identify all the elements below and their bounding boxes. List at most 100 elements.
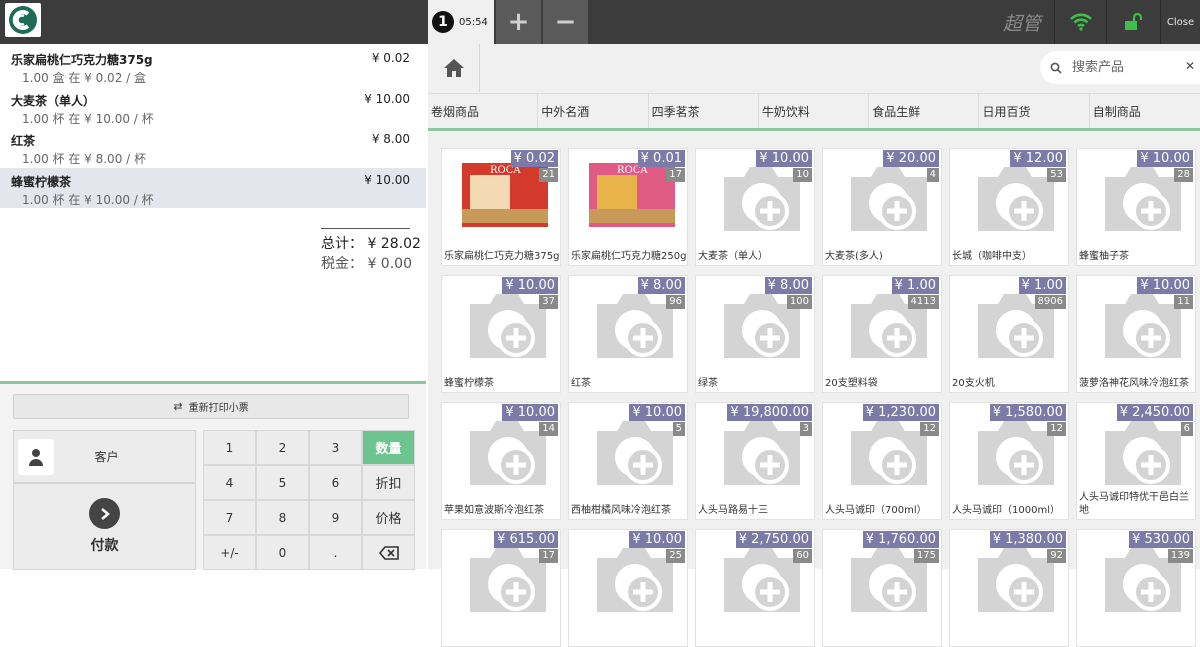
order-line-selected[interactable]: 蜂蜜柠檬茶 ¥ 10.00 1.00 杯 在 ¥ 10.00 / 杯 [0, 168, 426, 208]
unlock-icon[interactable] [1106, 0, 1158, 44]
product-card[interactable]: ¥ 10.00 37 蜂蜜柠檬茶 [441, 275, 561, 393]
product-stock: 53 [1047, 168, 1066, 182]
delete-order-button[interactable]: − [543, 0, 588, 44]
product-card[interactable]: ROCA ¥ 0.01 17 乐家扁桃仁巧克力糖250g [568, 148, 688, 266]
chevron-right-icon [89, 498, 120, 529]
refresh-icon: ⇄ [173, 400, 183, 413]
product-stock: 5 [672, 422, 685, 436]
category-item[interactable]: 卷烟商品 [428, 94, 539, 128]
customer-button[interactable]: 客户 [13, 430, 196, 483]
product-card[interactable]: ¥ 10.00 10 大麦茶（单人） [695, 148, 815, 266]
product-card[interactable]: ¥ 2,750.00 60 [695, 529, 815, 647]
category-item[interactable]: 自制商品 [1090, 94, 1200, 128]
new-order-button[interactable]: + [496, 0, 541, 44]
order-tab[interactable]: 1 05:54 [428, 0, 494, 44]
product-card[interactable]: ¥ 1,760.00 175 [822, 529, 942, 647]
clear-search-icon[interactable]: ✕ [1185, 59, 1195, 73]
product-card[interactable]: ¥ 20.00 4 大麦茶(多人) [822, 148, 942, 266]
numpad-key-7[interactable]: 7 [203, 500, 256, 535]
numpad-key-0[interactable]: 0 [256, 535, 309, 570]
numpad-key-5[interactable]: 5 [256, 465, 309, 500]
numpad-key-8[interactable]: 8 [256, 500, 309, 535]
mode-quantity-button[interactable]: 数量 [362, 430, 415, 465]
numpad-key-dot[interactable]: . [309, 535, 362, 570]
camera-icon [587, 411, 683, 493]
product-price: ¥ 8.00 [764, 277, 812, 294]
home-category-button[interactable] [428, 44, 480, 92]
category-item[interactable]: 四季茗茶 [649, 94, 759, 128]
product-stock: 4 [926, 168, 939, 182]
backspace-button[interactable] [362, 535, 415, 570]
product-stock: 17 [666, 168, 685, 182]
product-card[interactable]: ¥ 10.00 14 苹果如意波斯冷泡红茶 [441, 402, 561, 520]
numpad-key-2[interactable]: 2 [256, 430, 309, 465]
category-item[interactable]: 日用百货 [979, 94, 1090, 128]
camera-icon [841, 157, 937, 239]
product-stock: 6 [1180, 422, 1193, 436]
product-card[interactable]: ¥ 1,380.00 92 [949, 529, 1069, 647]
product-name: 人头马诚印特优干邑白兰地 [1079, 492, 1189, 516]
order-line-price: ¥ 10.00 [364, 92, 410, 106]
camera-icon [1095, 411, 1191, 493]
product-card[interactable]: ¥ 10.00 5 西柚柑橘风味冷泡红茶 [568, 402, 688, 520]
product-card[interactable]: ¥ 8.00 100 绿茶 [695, 275, 815, 393]
manager-label[interactable]: 超管 [998, 0, 1046, 44]
product-card[interactable]: ROCA ¥ 0.02 21 乐家扁桃仁巧克力糖375g [441, 148, 561, 266]
product-card[interactable]: ¥ 8.00 96 红茶 [568, 275, 688, 393]
product-card[interactable]: ¥ 12.00 53 长城（咖啡中支） [949, 148, 1069, 266]
numpad-key-1[interactable]: 1 [203, 430, 256, 465]
product-card[interactable]: ¥ 615.00 17 [441, 529, 561, 647]
search-icon [1050, 62, 1062, 74]
product-stock: 8906 [1034, 295, 1066, 309]
order-line[interactable]: 乐家扁桃仁巧克力糖375g ¥ 0.02 1.00 盒 在 ¥ 0.02 / 盒 [0, 46, 426, 86]
order-line-detail: 1.00 杯 在 ¥ 8.00 / 杯 [22, 152, 147, 166]
product-card[interactable]: ¥ 10.00 11 菠萝洛神花风味冷泡红茶 [1076, 275, 1196, 393]
product-name: 乐家扁桃仁巧克力糖250g [571, 251, 687, 262]
product-card[interactable]: ¥ 1.00 8906 20支火机 [949, 275, 1069, 393]
numpad-key-4[interactable]: 4 [203, 465, 256, 500]
payment-button[interactable]: 付款 [13, 483, 196, 570]
wifi-icon[interactable] [1054, 0, 1106, 44]
product-name: 人头马路易十三 [698, 505, 768, 516]
close-button[interactable]: Close [1160, 0, 1200, 44]
order-number: 1 [432, 11, 454, 33]
category-item[interactable]: 中外名酒 [538, 94, 649, 128]
category-item[interactable]: 食品生鲜 [869, 94, 980, 128]
home-icon [443, 59, 464, 77]
user-icon [18, 438, 54, 475]
reprint-receipt-button[interactable]: ⇄ 重新打印小票 [13, 394, 409, 419]
product-stock: 4113 [907, 295, 939, 309]
numpad-key-6[interactable]: 6 [309, 465, 362, 500]
search-input[interactable] [1072, 60, 1172, 75]
numpad-key-3[interactable]: 3 [309, 430, 362, 465]
numpad-key-9[interactable]: 9 [309, 500, 362, 535]
order-line-price: ¥ 0.02 [371, 51, 410, 65]
product-card[interactable]: ¥ 19,800.00 3 人头马路易十三 [695, 402, 815, 520]
numpad-key-plus-minus[interactable]: +/- [203, 535, 256, 570]
product-name: 绿茶 [698, 378, 718, 389]
product-price: ¥ 1.00 [891, 277, 939, 294]
product-card[interactable]: ¥ 1,580.00 12 人头马诚印（1000ml） [949, 402, 1069, 520]
mode-discount-button[interactable]: 折扣 [362, 465, 415, 500]
product-card[interactable]: ¥ 10.00 25 [568, 529, 688, 647]
product-card[interactable]: ¥ 530.00 139 [1076, 529, 1196, 647]
order-line[interactable]: 大麦茶（单人） ¥ 10.00 1.00 杯 在 ¥ 10.00 / 杯 [0, 87, 426, 127]
product-card[interactable]: ¥ 1.00 4113 20支塑料袋 [822, 275, 942, 393]
order-line-detail: 1.00 杯 在 ¥ 10.00 / 杯 [22, 112, 154, 126]
product-card[interactable]: ¥ 10.00 28 蜂蜜柚子茶 [1076, 148, 1196, 266]
order-line-detail: 1.00 杯 在 ¥ 10.00 / 杯 [22, 193, 154, 207]
action-pad: ⇄ 重新打印小票 客户 付款 1 2 3 数量 4 5 6 折扣 7 8 9 价… [0, 381, 426, 570]
product-price: ¥ 1,380.00 [989, 531, 1066, 548]
product-card[interactable]: ¥ 2,450.00 6 人头马诚印特优干邑白兰地 [1076, 402, 1196, 520]
product-name: 乐家扁桃仁巧克力糖375g [444, 251, 560, 262]
order-line-name: 大麦茶（单人） [11, 94, 96, 108]
product-stock: 3 [799, 422, 812, 436]
order-line[interactable]: 红茶 ¥ 8.00 1.00 杯 在 ¥ 8.00 / 杯 [0, 127, 426, 167]
product-name: 蜂蜜柚子茶 [1079, 251, 1129, 262]
product-name: 菠萝洛神花风味冷泡红茶 [1079, 378, 1189, 389]
category-item[interactable]: 牛奶饮料 [759, 94, 870, 128]
order-line-name: 红茶 [11, 134, 36, 148]
product-card[interactable]: ¥ 1,230.00 12 人头马诚印（700ml） [822, 402, 942, 520]
mode-price-button[interactable]: 价格 [362, 500, 415, 535]
product-stock: 12 [1047, 422, 1066, 436]
